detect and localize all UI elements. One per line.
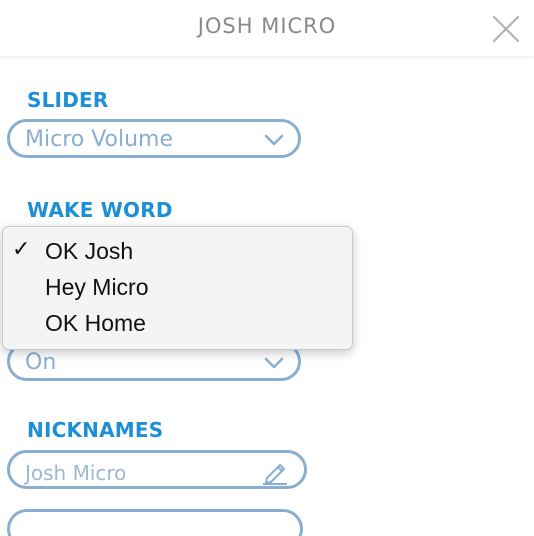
header-bar: JOSH MICRO (0, 0, 534, 56)
wake-word-option-ok-josh[interactable]: ✓ OK Josh (3, 232, 352, 268)
nicknames-label: NICKNAMES (27, 418, 164, 442)
wake-word-option-label: Hey Micro (45, 274, 149, 300)
wake-word-option-ok-home[interactable]: OK Home (3, 304, 352, 340)
chevron-down-icon (264, 134, 284, 146)
wake-word-option-label: OK Home (45, 310, 146, 336)
toggle-selected-value: On (25, 350, 57, 375)
slider-select[interactable]: Micro Volume (7, 119, 301, 158)
nickname-value: Josh Micro (25, 461, 127, 485)
device-settings-screen: JOSH MICRO SLIDER Micro Volume WAKE WORD… (0, 0, 534, 536)
nickname-field-2[interactable] (7, 509, 303, 536)
chevron-down-icon (264, 357, 284, 369)
wake-word-dropdown-menu: ✓ OK Josh Hey Micro OK Home (2, 226, 353, 350)
close-icon (492, 15, 520, 43)
pencil-icon[interactable] (261, 460, 289, 485)
close-button[interactable] (490, 13, 522, 45)
wake-word-option-hey-micro[interactable]: Hey Micro (3, 268, 352, 304)
wake-word-label: WAKE WORD (27, 198, 173, 222)
wake-word-option-label: OK Josh (45, 238, 134, 264)
nickname-field[interactable]: Josh Micro (7, 450, 307, 489)
checkmark-icon: ✓ (12, 237, 31, 262)
slider-selected-value: Micro Volume (25, 127, 174, 152)
slider-label: SLIDER (27, 88, 109, 112)
page-title: JOSH MICRO (197, 14, 337, 38)
